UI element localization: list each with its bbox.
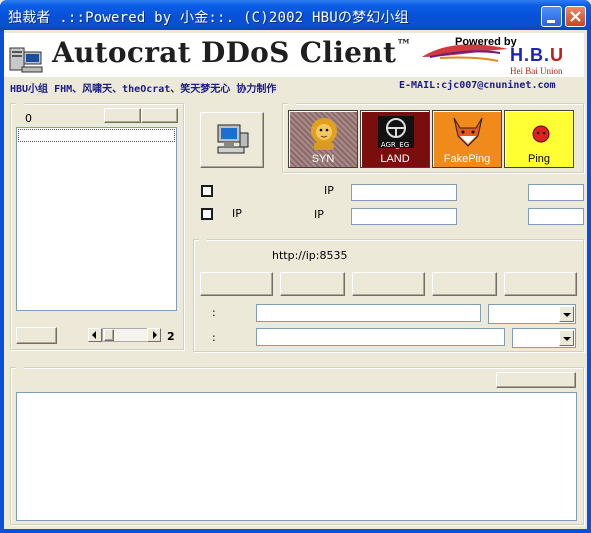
server-url: http://ip:8535 <box>272 249 348 262</box>
syn-attack-button[interactable]: SYN <box>288 110 358 168</box>
server-action-button-2[interactable] <box>280 272 345 296</box>
credits-text: HBU小组 FHM、风啸天、theOcrat、笑天梦无心 协力制作 <box>10 84 277 95</box>
server-action-button-3[interactable] <box>352 272 425 296</box>
window-title: 独裁者 .::Powered by 小金::. (C)2002 HBUの梦幻小组 <box>8 10 409 26</box>
land-attack-button[interactable]: AGR_EG LAND <box>360 110 430 168</box>
minimize-button[interactable] <box>541 6 562 27</box>
hbu-logo: H.B.U <box>510 45 564 65</box>
server-select-1[interactable] <box>488 304 576 324</box>
ip-input-1[interactable] <box>351 184 457 201</box>
ip-label: IP <box>324 184 334 197</box>
chevron-down-icon[interactable] <box>559 306 574 322</box>
ip-label: IP <box>232 207 242 220</box>
ip-input-2[interactable] <box>351 208 457 225</box>
host-header-button-2[interactable] <box>141 108 178 123</box>
host-list[interactable] <box>16 127 177 311</box>
scroll-right-button[interactable] <box>147 328 161 342</box>
list-action-button[interactable] <box>16 327 57 344</box>
page-number: 2 <box>167 330 175 343</box>
host-header-button-1[interactable] <box>104 108 141 123</box>
clear-log-button[interactable] <box>496 372 576 388</box>
log-output[interactable] <box>16 392 577 521</box>
email-text: E-MAIL:cjc007@cnuninet.com <box>399 80 556 91</box>
server-input-2[interactable] <box>256 328 505 346</box>
server-input-1[interactable] <box>256 304 481 322</box>
server-action-button-1[interactable] <box>200 272 273 296</box>
computer-icon <box>217 124 249 154</box>
page-scrollbar-thumb[interactable] <box>104 329 114 341</box>
hbu-subtitle: Hei Bai Union <box>510 66 563 76</box>
powered-by-text: Powered by <box>455 36 517 48</box>
title-bar[interactable]: 独裁者 .::Powered by 小金::. (C)2002 HBUの梦幻小组 <box>0 0 591 30</box>
ip-label: IP <box>314 208 324 221</box>
option-checkbox-1[interactable] <box>201 185 213 197</box>
port-input-1[interactable] <box>528 184 584 201</box>
lion-icon <box>311 118 337 150</box>
chevron-down-icon[interactable] <box>559 330 574 346</box>
ladybug-icon <box>532 125 550 143</box>
server-action-button-5[interactable] <box>504 272 577 296</box>
fox-icon <box>453 117 483 147</box>
port-input-2[interactable] <box>528 208 584 225</box>
connect-button[interactable] <box>200 112 264 168</box>
fakeping-attack-button[interactable]: FakePing <box>432 110 502 168</box>
ping-attack-button[interactable]: Ping <box>504 110 574 168</box>
host-count: 0 <box>25 112 32 125</box>
close-button[interactable] <box>565 6 586 27</box>
close-icon <box>570 11 581 22</box>
scroll-left-button[interactable] <box>88 328 102 342</box>
app-title: Autocrat DDoS Client™ <box>52 36 412 69</box>
list-item[interactable] <box>18 129 175 142</box>
option-checkbox-2[interactable] <box>201 208 213 220</box>
server-action-button-4[interactable] <box>432 272 497 296</box>
server-select-2[interactable] <box>512 328 576 348</box>
computer-icon <box>9 46 43 77</box>
